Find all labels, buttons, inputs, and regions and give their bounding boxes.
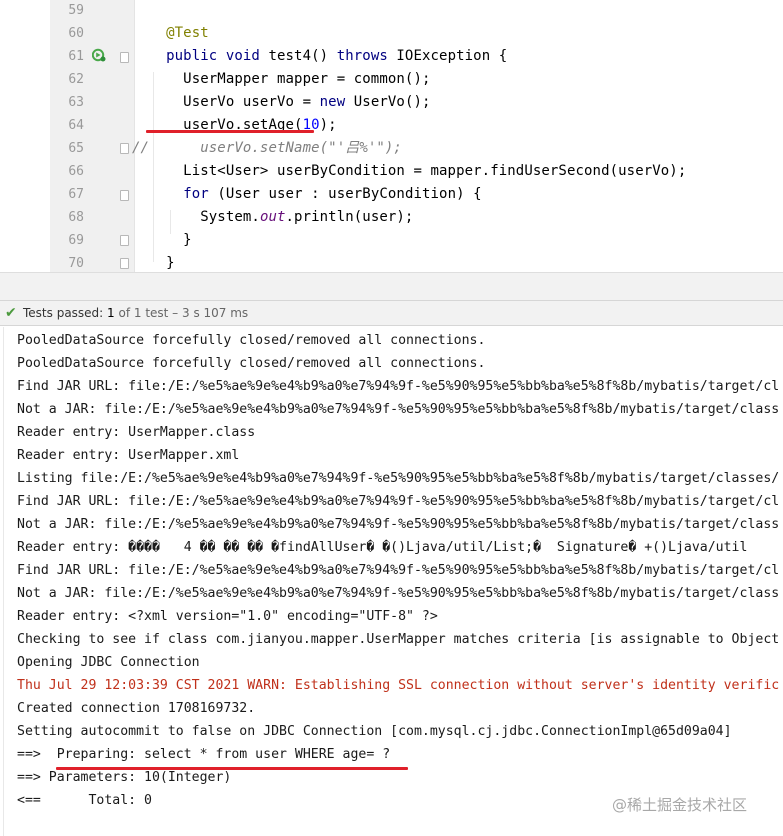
line-number: 65 <box>68 141 84 156</box>
console-line: Created connection 1708169732. <box>17 701 256 716</box>
code-token: for <box>183 186 218 202</box>
code-text: userVo.setAge(10); <box>132 114 337 137</box>
code-token: ); <box>319 117 337 133</box>
code-token: UserMapper mapper = common(); <box>132 71 431 87</box>
console-line: Opening JDBC Connection <box>17 655 200 670</box>
code-line: 59 <box>0 0 783 22</box>
console-line: ==> Preparing: select * from user WHERE … <box>17 747 391 762</box>
code-line: 65 // userVo.setName("'吕%'"); <box>0 137 783 160</box>
line-number: 67 <box>68 187 84 202</box>
console-line: Not a JAR: file:/E:/%e5%ae%9e%e4%b9%a0%e… <box>17 402 780 417</box>
console-line: Not a JAR: file:/E:/%e5%ae%9e%e4%b9%a0%e… <box>17 517 780 532</box>
code-text: System.out.println(user); <box>132 206 413 229</box>
code-line: 63 UserVo userVo = new UserVo(); <box>0 91 783 114</box>
console-line: Listing file:/E:/%e5%ae%9e%e4%b9%a0%e7%9… <box>17 471 780 486</box>
indent-guide <box>170 210 171 234</box>
code-text: UserMapper mapper = common(); <box>132 68 431 91</box>
test-status-bar: ✔ Tests passed: 1 of 1 test – 3 s 107 ms <box>0 300 783 326</box>
code-line: 60 @Test <box>0 22 783 45</box>
code-text: for (User user : userByCondition) { <box>132 183 482 206</box>
tests-passed-label: Tests passed: 1 of 1 test – 3 s 107 ms <box>23 306 249 320</box>
code-text: List<User> userByCondition = mapper.find… <box>132 160 686 183</box>
highlight-underline-setage <box>146 130 314 133</box>
code-token: test4() <box>268 48 337 64</box>
line-number: 66 <box>68 164 84 179</box>
line-number: 61 <box>68 49 84 64</box>
console-line: Thu Jul 29 12:03:39 CST 2021 WARN: Estab… <box>17 678 780 693</box>
console-line: Reader entry: UserMapper.class <box>17 425 256 440</box>
highlight-underline-preparing <box>56 767 408 770</box>
run-console[interactable]: PooledDataSource forcefully closed/remov… <box>0 327 783 836</box>
run-test-icon[interactable] <box>92 48 106 62</box>
console-line: Reader entry: ���� 4 �� �� �� �findAllUs… <box>17 540 748 555</box>
code-line: 64 userVo.setAge(10); <box>0 114 783 137</box>
fold-for-icon[interactable] <box>120 190 129 201</box>
console-line: Find JAR URL: file:/E:/%e5%ae%9e%e4%b9%a… <box>17 563 780 578</box>
line-number: 69 <box>68 233 84 248</box>
fold-for-end-icon[interactable] <box>120 235 129 246</box>
code-line: 69 } <box>0 229 783 252</box>
code-token: new <box>319 94 354 110</box>
console-line: Find JAR URL: file:/E:/%e5%ae%9e%e4%b9%a… <box>17 379 780 394</box>
code-text: } <box>132 229 192 252</box>
console-line: <== Total: 0 <box>17 793 152 808</box>
line-number: 68 <box>68 210 84 225</box>
code-line: 70 } <box>0 252 783 272</box>
line-number: 63 <box>68 95 84 110</box>
code-line: 67 for (User user : userByCondition) { <box>0 183 783 206</box>
fold-method-icon[interactable] <box>120 52 129 63</box>
console-line: PooledDataSource forcefully closed/remov… <box>17 333 486 348</box>
line-number: 64 <box>68 118 84 133</box>
console-line: Find JAR URL: file:/E:/%e5%ae%9e%e4%b9%a… <box>17 494 780 509</box>
fold-comment-icon[interactable] <box>120 143 129 154</box>
code-token: UserVo userVo = <box>132 94 320 110</box>
line-number: 59 <box>68 3 84 18</box>
code-token: throws <box>336 48 397 64</box>
code-line: 62 UserMapper mapper = common(); <box>0 68 783 91</box>
console-line: Checking to see if class com.jianyou.map… <box>17 632 780 647</box>
line-number: 62 <box>68 72 84 87</box>
code-line: 66 List<User> userByCondition = mapper.f… <box>0 160 783 183</box>
indent-guide <box>153 72 154 262</box>
code-token: out <box>259 209 286 225</box>
console-line: PooledDataSource forcefully closed/remov… <box>17 356 486 371</box>
code-line: 68 System.out.println(user); <box>0 206 783 229</box>
code-token: public void <box>132 48 269 64</box>
line-number: 70 <box>68 256 84 271</box>
check-icon: ✔ <box>5 305 17 321</box>
console-line: Setting autocommit to false on JDBC Conn… <box>17 724 732 739</box>
console-left-edge <box>0 327 4 836</box>
panel-divider[interactable] <box>0 272 783 300</box>
code-token: (User user : userByCondition) { <box>217 186 482 202</box>
code-token: // userVo.setName("'吕%'"); <box>132 140 402 156</box>
code-token: } <box>132 232 192 248</box>
code-token: System. <box>132 209 260 225</box>
code-text: @Test <box>132 22 209 45</box>
console-line: Reader entry: UserMapper.xml <box>17 448 240 463</box>
code-token: @Test <box>132 25 209 41</box>
code-token: List<User> userByCondition = mapper.find… <box>132 163 687 179</box>
code-text: public void test4() throws IOException { <box>132 45 507 68</box>
code-editor[interactable]: 59 60 @Test 61 public void test4() throws … <box>0 0 783 272</box>
code-token: IOException { <box>396 48 508 64</box>
code-text: // userVo.setName("'吕%'"); <box>132 137 402 160</box>
code-token: .println(user); <box>285 209 414 225</box>
fold-method-end-icon[interactable] <box>120 258 129 269</box>
line-number: 60 <box>68 26 84 41</box>
watermark: @稀土掘金技术社区 <box>612 796 748 814</box>
console-line: Reader entry: <?xml version="1.0" encodi… <box>17 609 438 624</box>
code-line: 61 public void test4() throws IOExceptio… <box>0 45 783 68</box>
code-text: UserVo userVo = new UserVo(); <box>132 91 431 114</box>
code-token: UserVo(); <box>353 94 431 110</box>
console-line: Not a JAR: file:/E:/%e5%ae%9e%e4%b9%a0%e… <box>17 586 780 601</box>
